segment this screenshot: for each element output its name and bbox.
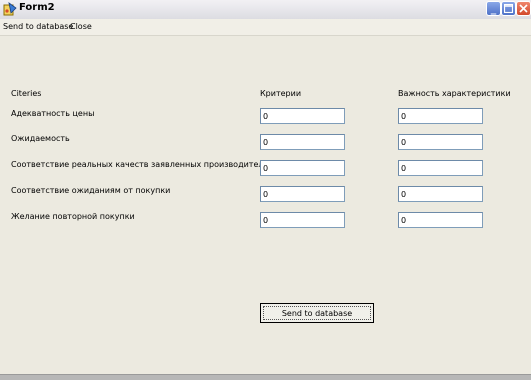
importance-input-expectedness[interactable] [398, 134, 483, 150]
menu-close[interactable]: Close [70, 22, 92, 31]
importance-input-quality-match[interactable] [398, 160, 483, 176]
app-icon [3, 2, 17, 16]
criterion-input-quality-match[interactable] [260, 160, 345, 176]
close-icon [519, 4, 528, 13]
maximize-button[interactable] [501, 1, 516, 16]
criterion-input-expectedness[interactable] [260, 134, 345, 150]
row-label-quality-match: Соответствие реальных качеств заявленных… [11, 160, 275, 169]
close-button[interactable] [516, 1, 531, 16]
minimize-icon: _ [490, 2, 497, 15]
form-window: Form2 _ Send to database Close Citeries … [0, 0, 531, 380]
header-importance: Важность характеристики [398, 89, 511, 98]
menu-send-to-database[interactable]: Send to database [3, 22, 73, 31]
minimize-button[interactable]: _ [486, 1, 501, 16]
header-criteria-en: Citeries [11, 89, 42, 98]
row-label-expectation-match: Соответствие ожиданиям от покупки [11, 186, 171, 195]
importance-input-repurchase-desire[interactable] [398, 212, 483, 228]
criterion-input-expectation-match[interactable] [260, 186, 345, 202]
importance-input-price-adequacy[interactable] [398, 108, 483, 124]
window-bottom-edge [0, 374, 531, 380]
menu-bar: Send to database Close [0, 19, 531, 36]
row-label-price-adequacy: Адекватность цены [11, 109, 95, 118]
row-label-expectedness: Ожидаемость [11, 134, 70, 143]
send-to-database-button[interactable]: Send to database [260, 303, 374, 323]
importance-input-expectation-match[interactable] [398, 186, 483, 202]
maximize-icon [504, 4, 513, 13]
criterion-input-price-adequacy[interactable] [260, 108, 345, 124]
title-bar[interactable]: Form2 _ [0, 0, 531, 20]
window-title: Form2 [19, 2, 55, 13]
header-criteria-ru: Критерии [260, 89, 302, 98]
criterion-input-repurchase-desire[interactable] [260, 212, 345, 228]
row-label-repurchase-desire: Желание повторной покупки [11, 212, 135, 221]
